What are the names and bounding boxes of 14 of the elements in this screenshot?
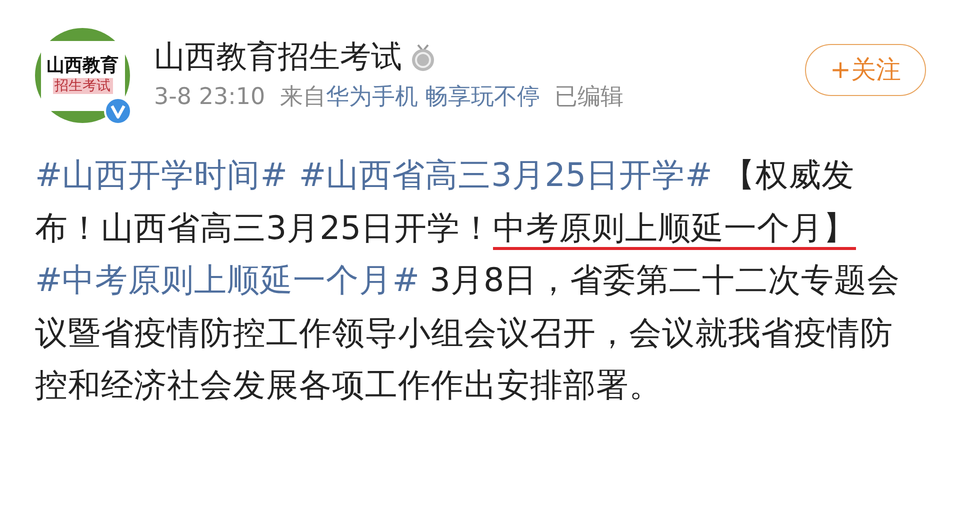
- avatar-text: 招生考试: [52, 78, 112, 94]
- avatar[interactable]: 山西教育 招生考试: [35, 28, 130, 123]
- edited-label: 已编辑: [554, 84, 624, 110]
- topic-link[interactable]: #山西开学时间#: [35, 156, 288, 194]
- source-label: 来自: [280, 84, 326, 110]
- medal-icon: [410, 44, 436, 72]
- post-text: #山西开学时间# #山西省高三3月25日开学# 【权威发布！山西省高三3月25日开学！中考原则上顺延一个月】 #中考原则上顺延一个月# 3月8日，省委第二十二次专题会议暨省疫情防控工作领导小组会议召开，会议就我省疫情防控和经济社会发展各项工作作出安排部署。: [35, 155, 902, 406]
- topic-link[interactable]: #中考原则上顺延一个月#: [35, 261, 420, 299]
- topic-link[interactable]: #山西省高三3月25日开学#: [298, 156, 712, 194]
- author-name[interactable]: 山西教育招生考试: [154, 39, 402, 76]
- avatar-text: 山西教育: [46, 57, 118, 75]
- post-time: 3-8 23:10: [154, 84, 266, 110]
- follow-button[interactable]: +关注: [805, 44, 926, 96]
- source-link[interactable]: 华为手机 畅享玩不停: [326, 84, 540, 110]
